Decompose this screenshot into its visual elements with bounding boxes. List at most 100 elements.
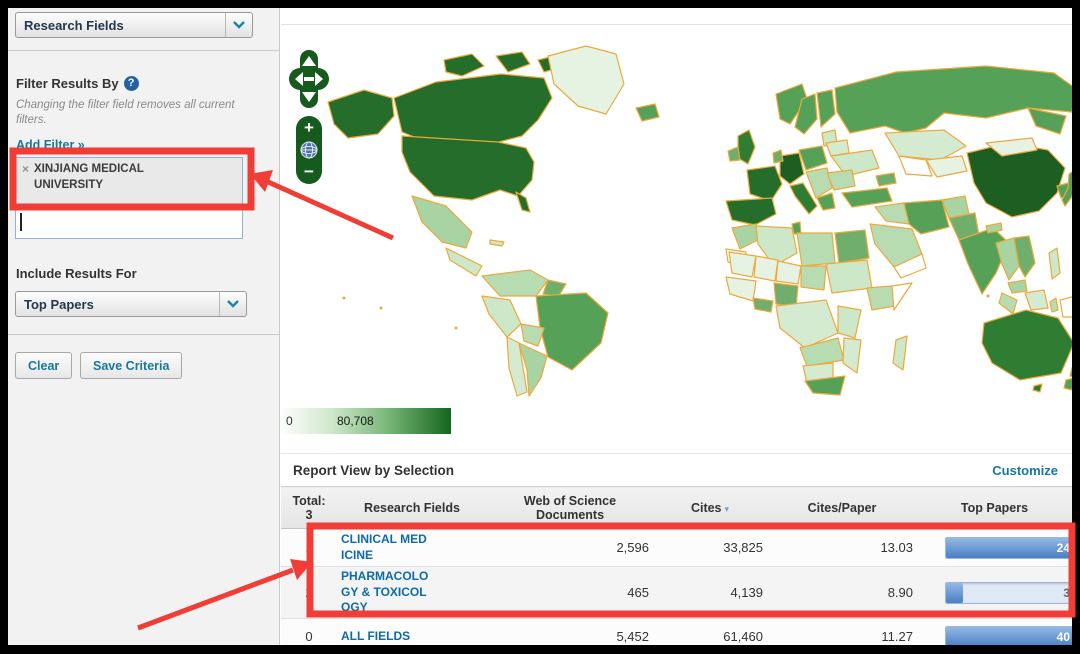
table-row: 0 ALL FIELDS 5,452 61,460 11.27 40 [281,619,1072,646]
country-russia [835,66,1072,134]
bar-value: 24 [1057,541,1070,555]
col-total: Total: 3 [281,487,337,529]
help-icon[interactable]: ? [124,76,139,91]
top-papers-cell: 40 [917,619,1072,646]
country-chad [801,266,826,290]
new-guinea [1060,296,1072,317]
country-tasmania [1033,384,1042,392]
pacific-island-dot [380,307,383,310]
main-panel: + − 0 80,708 Report View by Selection Cu… [281,8,1072,645]
country-ghana-ivory [753,298,773,312]
world-map[interactable] [286,40,1072,400]
central-asia [926,156,967,177]
country-libya [797,233,835,266]
add-filter-link[interactable]: Add Filter » [16,138,85,152]
country-nepal [986,223,1002,233]
map-legend: 0 80,708 [281,408,451,434]
cites-per-paper-cell: 13.03 [767,529,917,567]
report-table: Total: 3 Research Fields Web of Science … [281,486,1072,645]
top-papers-cell: 3 [917,567,1072,619]
docs-cell: 2,596 [487,529,653,567]
app-screen: Research Fields Filter Results By ? Chan… [8,8,1072,645]
zoom-in-button[interactable]: + [304,121,314,135]
filter-note: Changing the filter field removes all cu… [16,98,248,128]
country-mexico [412,196,472,248]
countries[interactable] [328,46,1072,396]
country-kenya-tanzania [838,306,861,338]
chevron-down-icon [219,292,246,316]
cites-cell: 61,460 [653,619,767,646]
country-tunisia [792,222,801,234]
top-papers-bar: 24 [945,537,1072,559]
table-row: 2 PHARMACOLOGY & TOXICOLOGY 465 4,139 8.… [281,567,1072,619]
table-row: 1 CLINICAL MEDICINE 2,596 33,825 13.03 2… [281,529,1072,567]
cites-per-paper-cell: 11.27 [767,619,917,646]
map-pan-control[interactable] [289,50,329,108]
col-research-fields: Research Fields [337,487,487,529]
country-australia [982,310,1072,380]
customize-link[interactable]: Customize [992,454,1058,487]
top-divider [281,24,1072,25]
country-ireland [728,147,740,161]
country-usa [402,136,534,200]
zoom-out-button[interactable]: − [304,165,314,179]
filter-box: × XINJIANG MEDICAL UNIVERSITY [15,157,243,239]
field-cell: ALL FIELDS [337,619,487,646]
pacific-island-dot [343,297,346,300]
arctic-islands [444,52,558,76]
cites-per-paper-cell: 8.90 [767,567,917,619]
country-new-zealand [1064,364,1072,390]
globe-icon[interactable] [300,141,318,159]
country-morocco [732,224,758,249]
central-america [446,248,482,276]
country-mozambique [843,338,861,373]
field-link[interactable]: PHARMACOLOGY & TOXICOLOGY [341,569,429,616]
screenshot-frame: Research Fields Filter Results By ? Chan… [0,0,1080,654]
clear-button[interactable]: Clear [15,352,72,379]
country-greenland [548,46,624,114]
docs-cell: 465 [487,567,653,619]
field-link[interactable]: CLINICAL MEDICINE [341,532,429,563]
country-bolivia [521,324,544,346]
filter-tag[interactable]: × XINJIANG MEDICAL UNIVERSITY [16,158,242,206]
bar-value: 40 [1057,630,1070,644]
lowlands [773,150,783,163]
country-canada [394,74,552,146]
caucasus [876,173,896,186]
central-europe [799,146,827,170]
col-cites-per-paper: Cites/Paper [767,487,917,529]
country-uk [738,130,755,164]
top-papers-bar: 40 [945,626,1072,646]
country-usa-florida [516,192,530,212]
remove-filter-icon[interactable]: × [22,162,29,177]
field-link[interactable]: ALL FIELDS [341,629,429,645]
country-somalia [892,283,912,310]
research-fields-dropdown[interactable]: Research Fields [15,12,253,38]
chevron-down-icon [225,13,252,37]
country-alaska [328,90,394,138]
country-spain-portugal [726,198,776,225]
rank-cell: 2 [281,567,337,619]
col-cites-sort[interactable]: Cites▾ [653,487,767,529]
cites-cell: 4,139 [653,567,767,619]
country-turkey [842,188,892,207]
legend-max-label: 80,708 [337,414,374,428]
sidebar-divider [8,50,280,51]
field-cell: PHARMACOLOGY & TOXICOLOGY [337,567,487,619]
filter-input[interactable] [16,206,242,238]
save-criteria-button[interactable]: Save Criteria [80,352,182,379]
top-papers-dropdown-label: Top Papers [24,297,94,312]
country-philippines [1049,248,1060,279]
west-africa [726,277,756,301]
country-germany [780,153,804,184]
cites-cell: 33,825 [653,529,767,567]
country-peru [482,296,521,337]
top-papers-cell: 24 [917,529,1072,567]
report-header: Report View by Selection Customize [281,453,1072,487]
sidebar: Research Fields Filter Results By ? Chan… [8,8,280,645]
country-ethiopia [867,286,895,310]
caribbean [490,240,504,246]
top-papers-dropdown[interactable]: Top Papers [15,291,247,317]
map-zoom-control: + − [296,116,322,184]
country-kazakhstan [885,130,966,160]
